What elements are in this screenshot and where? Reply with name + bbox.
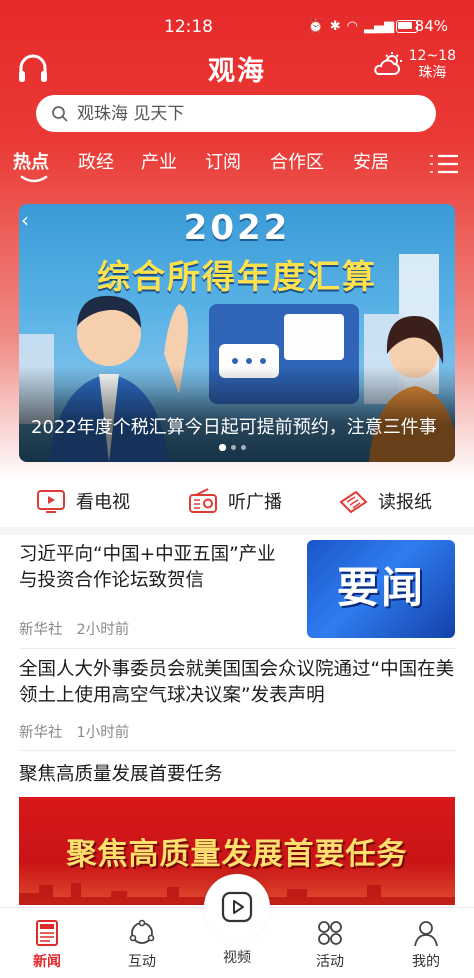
news-thumbnail[interactable]: 要闻 [307, 540, 455, 638]
feature-title[interactable]: 聚焦高质量发展首要任务 [19, 760, 223, 786]
search-input[interactable] [75, 102, 409, 125]
tab-cooperation-zone[interactable]: 合作区 [270, 148, 324, 174]
list-divider [19, 750, 455, 751]
play-icon [221, 891, 253, 923]
tab-hot[interactable]: 热点 [13, 148, 49, 174]
media-links: 看电视 听广播 读报纸 [0, 482, 474, 522]
read-newspaper-label: 读报纸 [378, 492, 432, 513]
tab-active-indicator [20, 175, 48, 183]
app-header: 观海 12~18 珠海 [0, 44, 474, 92]
nav-news-label: 新闻 [33, 954, 61, 970]
nav-profile[interactable]: 我的 [386, 918, 466, 971]
activity-grid-icon [318, 921, 342, 945]
nav-interact-label: 互动 [128, 954, 156, 970]
nav-profile-label: 我的 [412, 954, 440, 970]
search-bar[interactable] [36, 95, 436, 132]
tab-industry[interactable]: 产业 [141, 148, 177, 174]
nav-interact[interactable]: 互动 [102, 918, 182, 971]
news-meta: 新华社 1小时前 [19, 721, 129, 742]
news-time: 1小时前 [76, 725, 130, 741]
weather-widget[interactable]: 12~18 珠海 [373, 48, 456, 82]
carousel-dot [231, 445, 236, 450]
news-title[interactable]: 习近平向“中国+中亚五国”产业与投资合作论坛致贺信 [19, 542, 291, 594]
channel-menu-icon[interactable] [426, 150, 460, 178]
news-time: 2小时前 [76, 622, 130, 638]
section-divider [0, 527, 474, 535]
feature-banner-text: 聚焦高质量发展首要任务 [66, 837, 408, 872]
status-bar: 12:18 ⏰ ✱ ◠ ▂▄▆ 84% [0, 0, 474, 50]
carousel-indicator [219, 444, 246, 451]
watch-tv-link[interactable]: 看电视 [36, 488, 130, 514]
thumbnail-text: 要闻 [336, 563, 425, 612]
watch-tv-label: 看电视 [76, 492, 130, 513]
carousel-dot [241, 445, 246, 450]
tab-politics-economy[interactable]: 政经 [78, 148, 114, 174]
listen-radio-label: 听广播 [228, 492, 282, 513]
nav-video-label[interactable]: 视频 [204, 947, 270, 967]
channel-tabs: 热点 政经 产业 订阅 合作区 安居 [0, 146, 474, 186]
banner-caption: 2022年度个税汇算今日起可提前预约，注意三件事 [31, 417, 437, 438]
search-icon [52, 105, 68, 122]
read-newspaper-link[interactable]: 读报纸 [338, 488, 432, 514]
status-icons: ⏰ ✱ ◠ ▂▄▆ [308, 19, 394, 34]
news-icon [36, 920, 58, 946]
interact-icon [129, 919, 155, 944]
nav-news[interactable]: 新闻 [7, 918, 87, 971]
tab-housing[interactable]: 安居 [353, 148, 389, 174]
nav-activity[interactable]: 活动 [290, 918, 370, 971]
news-meta: 新华社 2小时前 [19, 618, 129, 639]
news-source: 新华社 [19, 725, 63, 741]
video-fab[interactable] [204, 874, 270, 940]
listen-radio-link[interactable]: 听广播 [188, 488, 282, 514]
wifi-icon: ◠ [346, 19, 358, 34]
status-time: 12:18 [164, 17, 213, 37]
weather-city: 珠海 [418, 65, 447, 81]
weather-icon [373, 52, 402, 75]
tv-icon [37, 490, 65, 513]
tab-subscribe[interactable]: 订阅 [205, 148, 241, 174]
news-item[interactable]: 习近平向“中国+中亚五国”产业与投资合作论坛致贺信 新华社 2小时前 要闻 [0, 535, 474, 647]
bluetooth-icon: ✱ [329, 19, 341, 34]
signal-icon: ▂▄▆ [364, 19, 394, 34]
carousel-dot [219, 444, 226, 451]
weather-temp: 12~18 [408, 48, 456, 64]
news-source: 新华社 [19, 622, 63, 638]
profile-icon [414, 921, 438, 947]
news-item[interactable]: 全国人大外事委员会就美国国会众议院通过“中国在美领土上使用高空气球决议案”发表声… [0, 649, 474, 749]
nav-activity-label: 活动 [316, 954, 344, 970]
battery-percent: 84% [414, 17, 448, 35]
radio-icon [189, 488, 217, 513]
carousel-banner[interactable]: ‹ 2022 综合所得年度汇算 2022年度个税汇算今日起可提前预约，注意三件事 [19, 204, 455, 462]
alarm-icon: ⏰ [307, 19, 324, 34]
newspaper-icon [339, 490, 368, 514]
news-title[interactable]: 全国人大外事委员会就美国国会众议院通过“中国在美领土上使用高空气球决议案”发表声… [19, 657, 455, 709]
